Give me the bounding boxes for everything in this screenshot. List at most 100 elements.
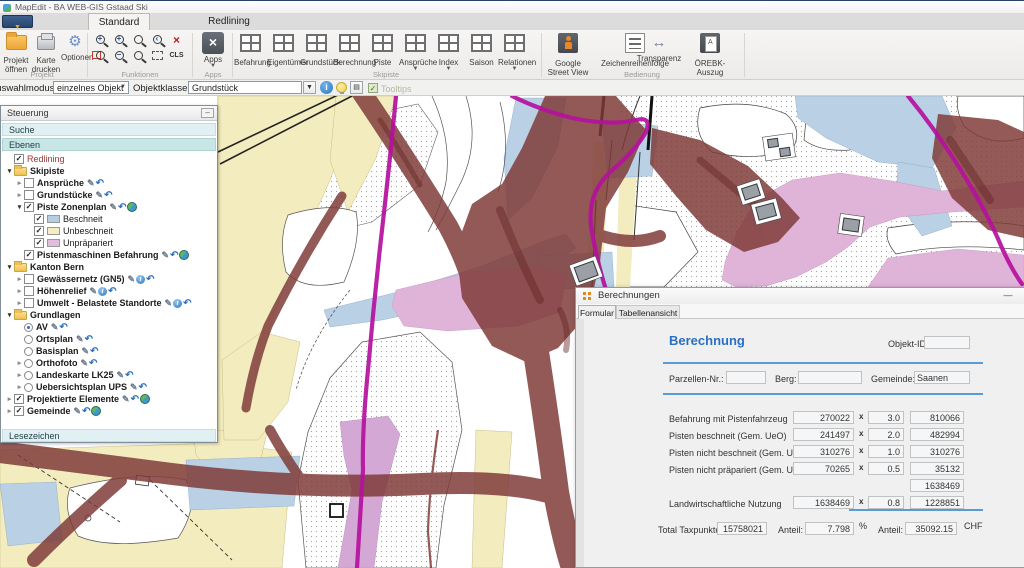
edit-icon[interactable]: ✎	[74, 406, 82, 417]
expand-arrow-icon[interactable]: ▸	[5, 395, 14, 403]
edit-icon[interactable]: ✎	[87, 178, 95, 189]
edit-icon[interactable]: ✎	[110, 202, 118, 213]
undo-icon[interactable]: ↶	[183, 298, 191, 309]
checkbox[interactable]: ✓	[14, 406, 24, 416]
checkbox[interactable]	[24, 190, 34, 200]
checkbox[interactable]: ✓	[34, 226, 44, 236]
ribbon-button-eigentümer[interactable]: Eigentümer	[267, 31, 300, 77]
checkbox[interactable]	[24, 286, 34, 296]
expand-arrow-icon[interactable]: ▸	[15, 179, 24, 187]
checkbox[interactable]: ✓	[34, 214, 44, 224]
select-rectangle-icon[interactable]	[149, 48, 166, 63]
tree-item[interactable]: ▸✓Gemeinde✎↶	[2, 405, 216, 417]
globe-icon[interactable]	[140, 394, 150, 404]
calc-result-field[interactable]: 1228851	[910, 496, 964, 509]
undo-icon[interactable]: ↶	[118, 202, 126, 213]
tab-formular[interactable]: Formular	[578, 305, 616, 319]
edit-icon[interactable]: ✎	[130, 382, 138, 393]
ribbon-button-index[interactable]: Index▼	[432, 31, 465, 77]
undo-icon[interactable]: ↶	[82, 406, 90, 417]
section-ebenen[interactable]: Ebenen	[2, 138, 216, 151]
tree-item[interactable]: AV✎↶	[2, 321, 216, 333]
expand-arrow-icon[interactable]: ▾	[5, 263, 14, 271]
ribbon-button-saison[interactable]: Saison	[465, 31, 498, 77]
calc-factor-field[interactable]: 2.0	[868, 428, 904, 441]
tree-item[interactable]: Ortsplan✎↶	[2, 333, 216, 345]
tab-redlining[interactable]: Redlining	[196, 13, 262, 30]
expand-arrow-icon[interactable]: ▸	[15, 383, 24, 391]
checkbox[interactable]	[24, 274, 34, 284]
tree-item[interactable]: ▸Grundstücke✎↶	[2, 189, 216, 201]
calc-value-field[interactable]: 70265	[793, 462, 854, 475]
tree-item[interactable]: ▸Umwelt - Belastete Standorte✎i↶	[2, 297, 216, 309]
radio-button[interactable]	[24, 323, 33, 332]
calc-result-field[interactable]: 482994	[910, 428, 964, 441]
edit-icon[interactable]: ✎	[128, 274, 136, 285]
calc-value-field[interactable]: 270022	[793, 411, 854, 424]
undo-icon[interactable]: ↶	[85, 334, 93, 345]
section-lesezeichen[interactable]: Lesezeichen	[2, 429, 216, 442]
globe-icon[interactable]	[91, 406, 101, 416]
checkbox[interactable]: ✓	[34, 238, 44, 248]
edit-icon[interactable]: ✎	[165, 298, 173, 309]
berg-field[interactable]	[798, 371, 862, 384]
highlight-bulb-button[interactable]	[336, 82, 347, 93]
tree-item[interactable]: ▸Gewässernetz (GN5)✎i↶	[2, 273, 216, 285]
checkbox[interactable]: ✓	[14, 394, 24, 404]
calc-value-field[interactable]: 1638469	[793, 496, 854, 509]
calc-result-field[interactable]: 35132	[910, 462, 964, 475]
cls-button[interactable]: CLS	[168, 48, 185, 63]
calc-factor-field[interactable]: 3.0	[868, 411, 904, 424]
expand-arrow-icon[interactable]: ▾	[5, 311, 14, 319]
expand-arrow-icon[interactable]: ▸	[15, 191, 24, 199]
tree-item[interactable]: ▸Landeskarte LK25✎↶	[2, 369, 216, 381]
edit-icon[interactable]: ✎	[117, 370, 125, 381]
gemeinde-field[interactable]: Saanen	[914, 371, 970, 384]
calc-result-field[interactable]: 810066	[910, 411, 964, 424]
expand-arrow-icon[interactable]: ▸	[15, 359, 24, 367]
zoom-window-icon[interactable]	[92, 48, 109, 63]
ribbon-button-relationen[interactable]: Relationen▼	[498, 31, 531, 77]
zoom-previous-icon[interactable]: ‹	[149, 32, 166, 47]
pan-zoom-icon[interactable]: +	[92, 32, 109, 47]
tree-item[interactable]: ▸Orthofoto✎↶	[2, 357, 216, 369]
selection-mode-dropdown[interactable]: einzelnes Objekt ▼	[53, 81, 129, 94]
edit-icon[interactable]: ✎	[51, 322, 59, 333]
object-class-input[interactable]: Grundstück	[188, 81, 302, 94]
dialog-minimize-button[interactable]: —	[1001, 289, 1015, 301]
tree-item[interactable]: ▾Grundlagen	[2, 309, 216, 321]
application-menu-button[interactable]: ▼	[2, 15, 33, 28]
edit-icon[interactable]: ✎	[80, 358, 88, 369]
checkbox[interactable]	[24, 298, 34, 308]
edit-icon[interactable]: ✎	[96, 190, 104, 201]
undo-icon[interactable]: ↶	[59, 322, 67, 333]
expand-arrow-icon[interactable]: ▾	[5, 167, 14, 175]
expand-arrow-icon[interactable]: ▾	[15, 203, 24, 211]
edit-icon[interactable]: ✎	[162, 250, 170, 261]
info-icon[interactable]: i	[136, 275, 145, 284]
calc-factor-field[interactable]: 0.5	[868, 462, 904, 475]
radio-button[interactable]	[24, 347, 33, 356]
expand-arrow-icon[interactable]: ▸	[15, 275, 24, 283]
checkbox[interactable]: ✓	[24, 202, 34, 212]
parzelle-field[interactable]	[726, 371, 766, 384]
info-icon[interactable]: i	[98, 287, 107, 296]
tab-standard[interactable]: Standard	[88, 13, 150, 30]
radio-button[interactable]	[24, 371, 33, 380]
export-page-button[interactable]: ▤	[350, 81, 363, 94]
radio-button[interactable]	[24, 383, 33, 392]
edit-icon[interactable]: ✎	[90, 286, 98, 297]
ribbon-button-befahrung[interactable]: Befahrung	[234, 31, 267, 77]
globe-icon[interactable]	[179, 250, 189, 260]
panel-minimize-button[interactable]: –	[201, 108, 214, 118]
total-field[interactable]: 15758021	[717, 522, 767, 535]
info-icon[interactable]: i	[173, 299, 182, 308]
undo-icon[interactable]: ↶	[104, 190, 112, 201]
radio-button[interactable]	[24, 359, 33, 368]
calc-factor-field[interactable]: 1.0	[868, 445, 904, 458]
object-class-dropdown-button[interactable]: ▼	[303, 81, 316, 94]
radio-button[interactable]	[24, 335, 33, 344]
ribbon-button-google street view[interactable]: Google Street View	[546, 31, 590, 77]
undo-icon[interactable]: ↶	[139, 382, 147, 393]
tree-item[interactable]: ✓Pistenmaschinen Befahrung✎↶	[2, 249, 216, 261]
